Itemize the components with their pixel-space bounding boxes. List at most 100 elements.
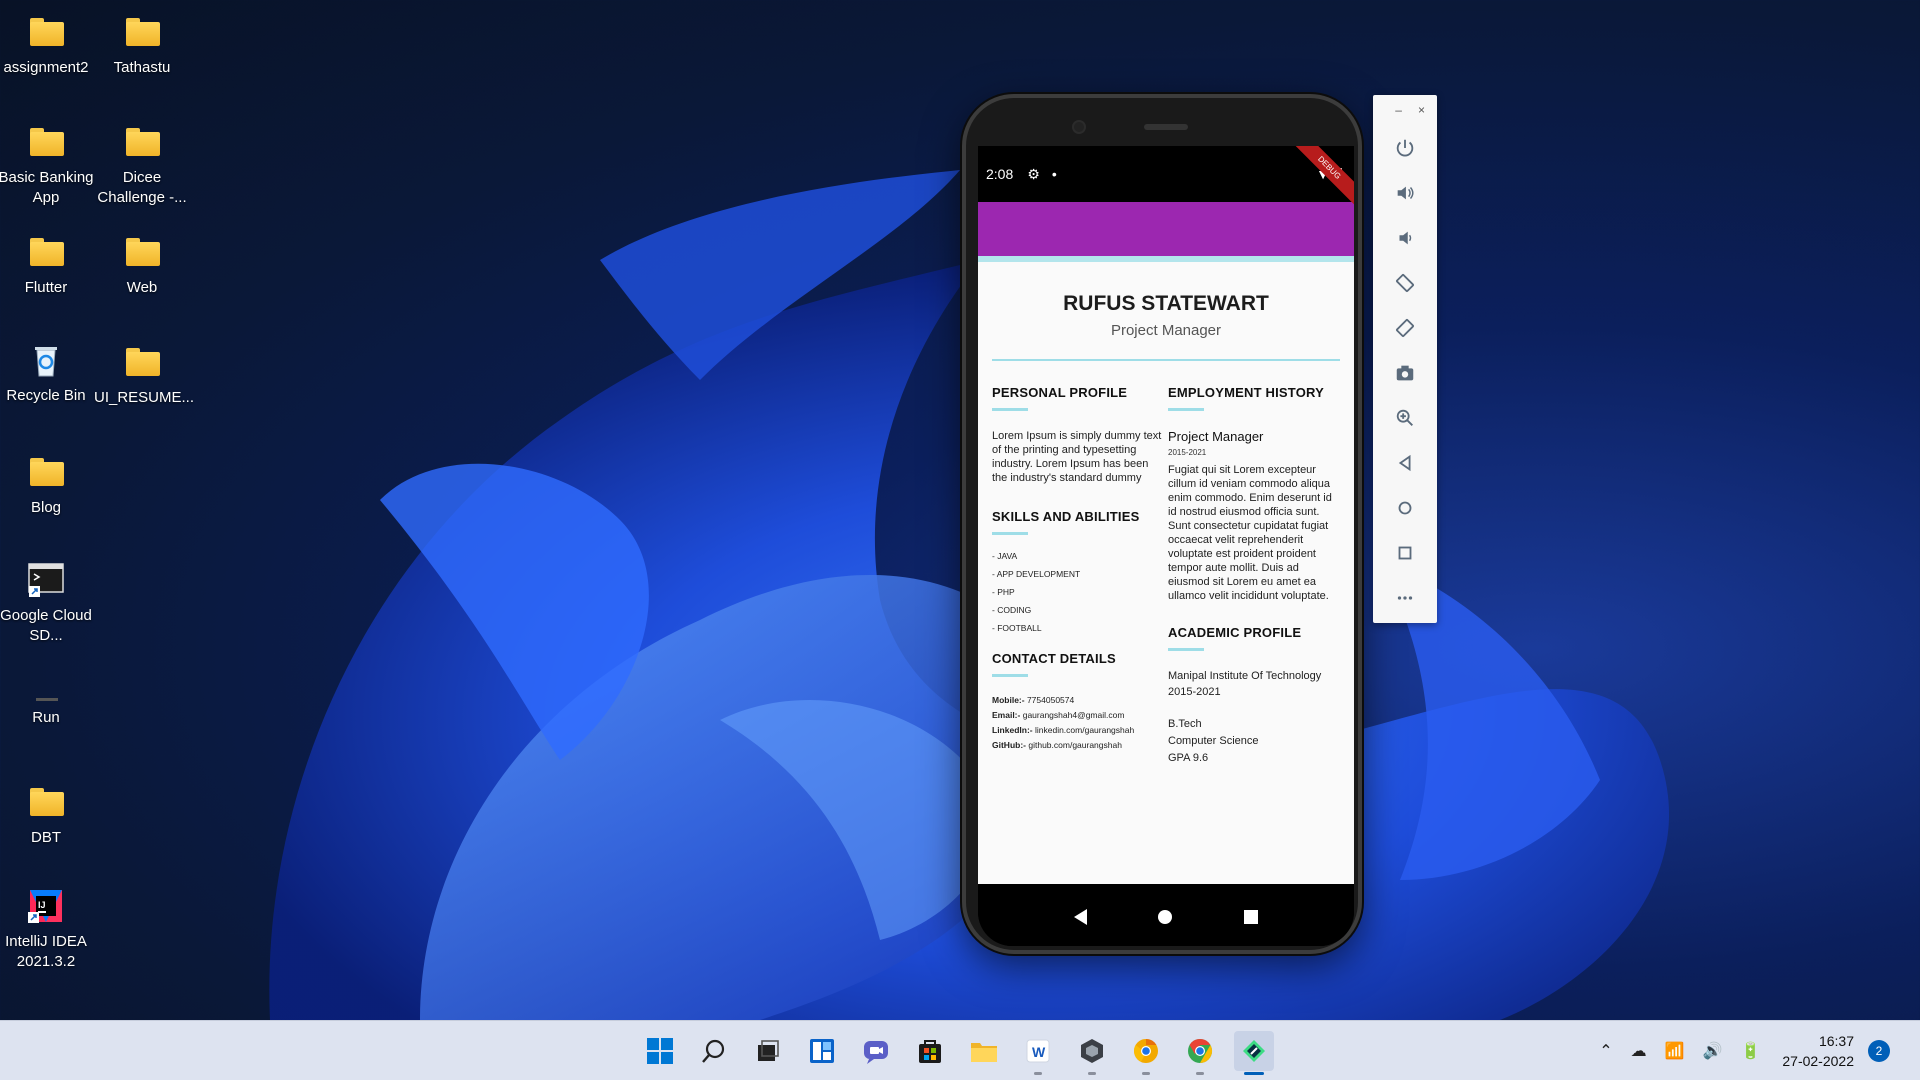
recycle-bin-icon bbox=[26, 340, 66, 380]
minimize-button[interactable]: – bbox=[1395, 103, 1402, 117]
task-view-icon[interactable] bbox=[748, 1031, 788, 1071]
camera-icon[interactable] bbox=[1373, 350, 1437, 395]
desktop-icon-ui-resume[interactable]: UI_RESUME... bbox=[94, 342, 195, 408]
svg-text:W: W bbox=[1032, 1044, 1046, 1060]
emulator-window-controls: – × bbox=[1373, 95, 1437, 125]
folder-icon bbox=[26, 122, 66, 162]
job-description: Fugiat qui sit Lorem excepteur cillum id… bbox=[1168, 464, 1332, 602]
volume-down-icon[interactable] bbox=[1373, 215, 1437, 260]
volume-up-icon[interactable] bbox=[1373, 170, 1437, 215]
desktop-icon-run[interactable]: Run bbox=[0, 672, 94, 728]
app-bar bbox=[978, 202, 1354, 256]
chevron-up-icon[interactable]: ⌃ bbox=[1599, 1041, 1612, 1061]
desktop-icon-label: Flutter bbox=[24, 279, 68, 296]
search-icon[interactable] bbox=[694, 1031, 734, 1071]
chrome-icon[interactable] bbox=[1180, 1031, 1220, 1075]
nav-home-icon[interactable] bbox=[1158, 910, 1173, 924]
desktop-icon-label: UI_RESUME... bbox=[94, 389, 195, 406]
desktop-icon-web[interactable]: Web bbox=[94, 232, 190, 298]
resume-role: Project Manager bbox=[1110, 322, 1222, 339]
contact-mobile: Mobile:- 7754050574 bbox=[992, 695, 1162, 705]
job-years: 2015-2021 bbox=[1168, 448, 1207, 457]
desktop-icon-label: Tathastu bbox=[113, 59, 171, 76]
desktop-icon-intellij[interactable]: IJ IntelliJ IDEA 2021.3.2 bbox=[0, 886, 94, 972]
skills-title: SKILLS AND ABILITIES bbox=[992, 509, 1140, 524]
section-underline bbox=[992, 674, 1028, 677]
desktop-icon-tathastu[interactable]: Tathastu bbox=[94, 12, 190, 78]
close-button[interactable]: × bbox=[1418, 103, 1425, 117]
desktop-icon-basic-banking-app[interactable]: Basic Banking App bbox=[0, 122, 94, 208]
desktop-icon-label: assignment2 bbox=[3, 59, 89, 76]
contact-value: github.com/gaurangshah bbox=[1028, 740, 1122, 750]
battery-charging-icon[interactable]: 🔋 bbox=[1740, 1041, 1760, 1061]
nav-recents-icon[interactable] bbox=[1244, 910, 1259, 924]
more-icon[interactable] bbox=[1373, 575, 1437, 620]
folder-icon bbox=[122, 12, 162, 52]
rotate-left-icon[interactable] bbox=[1373, 260, 1437, 305]
contact-email: Email:- gaurangshah4@gmail.com bbox=[992, 710, 1162, 720]
academic-title: ACADEMIC PROFILE bbox=[1168, 625, 1302, 640]
header-divider bbox=[992, 359, 1340, 361]
desktop-icon-dbt[interactable]: DBT bbox=[0, 782, 94, 848]
earpiece-speaker bbox=[1144, 124, 1188, 130]
volume-icon[interactable]: 🔊 bbox=[1703, 1041, 1723, 1061]
section-underline bbox=[1168, 648, 1204, 651]
desktop-icon-label: Basic Banking App bbox=[0, 169, 94, 206]
nav-back-icon[interactable] bbox=[1073, 909, 1087, 925]
chrome-canary-icon[interactable] bbox=[1126, 1031, 1166, 1075]
desktop-icon-label: Google Cloud SD... bbox=[0, 607, 92, 644]
clock-time: 16:37 bbox=[1818, 1033, 1854, 1049]
overview-icon[interactable] bbox=[1373, 530, 1437, 575]
contact-title: CONTACT DETAILS bbox=[992, 651, 1116, 666]
desktop-icon-google-cloud-sdk[interactable]: Google Cloud SD... bbox=[0, 560, 94, 646]
skill-item: - APP DEVELOPMENT bbox=[992, 569, 1081, 579]
power-icon[interactable] bbox=[1373, 125, 1437, 170]
desktop-icon-flutter[interactable]: Flutter bbox=[0, 232, 94, 298]
contact-value: 7754050574 bbox=[1026, 695, 1075, 705]
academic-gpa: GPA 9.6 bbox=[1168, 752, 1209, 764]
wallpaper-bloom bbox=[269, 170, 1670, 1020]
home-icon[interactable] bbox=[1373, 485, 1437, 530]
intellij-icon: IJ bbox=[26, 886, 66, 926]
onedrive-icon[interactable]: ☁ bbox=[1631, 1041, 1647, 1061]
android-studio-icon[interactable] bbox=[1234, 1031, 1274, 1075]
store-icon[interactable] bbox=[910, 1031, 950, 1071]
widgets-icon[interactable] bbox=[802, 1031, 842, 1071]
right-column: EMPLOYMENT HISTORY Project Manager 2015-… bbox=[1168, 385, 1338, 765]
personal-profile-text: Lorem Ipsum is simply dummy text of the … bbox=[992, 430, 1162, 484]
emulator-toolbar: – × bbox=[1373, 95, 1437, 623]
notification-badge[interactable]: 2 bbox=[1868, 1040, 1890, 1062]
desktop-icon-recycle-bin[interactable]: Recycle Bin bbox=[0, 340, 94, 406]
job-title: Project Manager bbox=[1168, 429, 1264, 444]
phone-screen[interactable]: 2:08 ⚙ • ▼ DEBUG RUFUS STATEWART Project… bbox=[978, 146, 1354, 946]
contact-label: Mobile:- bbox=[992, 695, 1025, 705]
contact-label: LinkedIn:- bbox=[992, 725, 1033, 735]
desktop-icon-dicee-challenge[interactable]: Dicee Challenge -... bbox=[94, 122, 190, 208]
settings-gear-icon: ⚙ bbox=[1027, 165, 1040, 182]
desktop-icon-assignment2[interactable]: assignment2 bbox=[0, 12, 94, 78]
folder-icon bbox=[26, 12, 66, 52]
tray-icons: ⌃ ☁ 📶 🔊 🔋 bbox=[1599, 1041, 1760, 1061]
zoom-icon[interactable] bbox=[1373, 395, 1437, 440]
desktop-icon-label: IntelliJ IDEA 2021.3.2 bbox=[5, 933, 87, 970]
rotate-right-icon[interactable] bbox=[1373, 305, 1437, 350]
file-explorer-icon[interactable] bbox=[964, 1031, 1004, 1071]
desktop-icon-label: DBT bbox=[31, 829, 61, 846]
academic-institute: Manipal Institute Of Technology bbox=[1168, 670, 1322, 682]
chat-icon[interactable] bbox=[856, 1031, 896, 1071]
desktop-icon-blog[interactable]: Blog bbox=[0, 452, 94, 518]
academic-major: Computer Science bbox=[1168, 735, 1259, 747]
resume-page: RUFUS STATEWART Project Manager PERSONAL… bbox=[978, 262, 1354, 884]
contact-value: gaurangshah4@gmail.com bbox=[1022, 710, 1125, 720]
back-icon[interactable] bbox=[1373, 440, 1437, 485]
contact-label: GitHub:- bbox=[992, 740, 1026, 750]
section-underline bbox=[992, 408, 1028, 411]
android-nav-bar bbox=[978, 884, 1354, 946]
app-icon[interactable] bbox=[1072, 1031, 1112, 1075]
wifi-icon[interactable]: 📶 bbox=[1665, 1041, 1685, 1061]
word-icon[interactable]: W bbox=[1018, 1031, 1058, 1075]
android-status-bar: 2:08 ⚙ • ▼ DEBUG bbox=[978, 146, 1354, 206]
start-icon[interactable] bbox=[640, 1031, 680, 1071]
emulator-phone: 2:08 ⚙ • ▼ DEBUG RUFUS STATEWART Project… bbox=[962, 94, 1362, 954]
clock[interactable]: 16:37 27-02-2022 bbox=[1782, 1031, 1854, 1071]
